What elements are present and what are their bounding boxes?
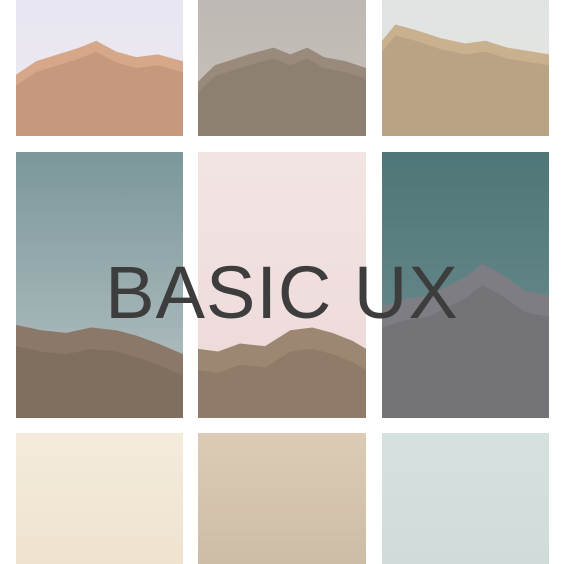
tile-image	[16, 433, 183, 564]
tile-image	[16, 0, 183, 136]
tile-image	[198, 0, 366, 136]
tile-image	[198, 433, 366, 564]
tile-image	[382, 0, 549, 136]
photo-tile-grey-mountain	[198, 0, 366, 136]
color-swatch-pale-aqua	[382, 433, 549, 564]
tile-image	[382, 433, 549, 564]
color-swatch-tan	[198, 433, 366, 564]
color-swatch-cream	[16, 433, 183, 564]
page-title: BASIC UX	[105, 251, 459, 334]
photo-tile-sand-mountain	[16, 0, 183, 136]
photo-tile-beige-hills	[382, 0, 549, 136]
